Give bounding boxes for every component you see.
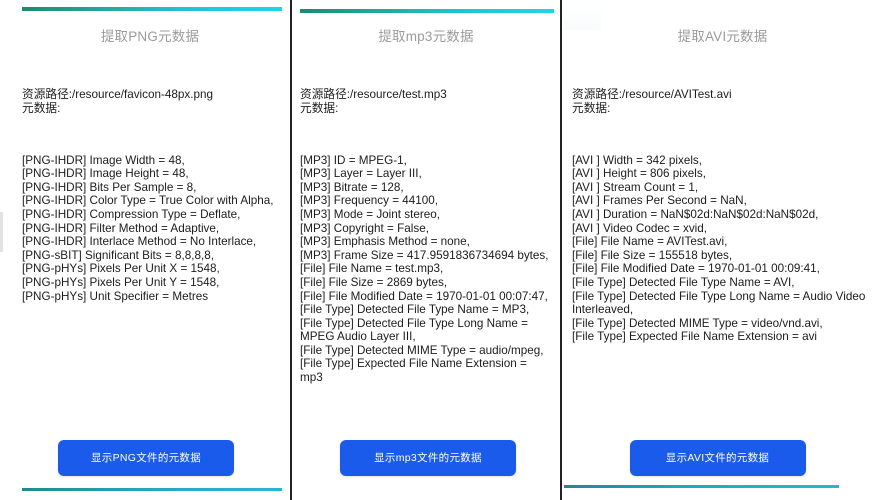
show-png-metadata-button[interactable]: 显示PNG文件的元数据 — [58, 440, 234, 476]
metadata-text-avi: [AVI ] Width = 342 pixels, [AVI ] Height… — [572, 153, 866, 344]
resource-path-png: 资源路径:/resource/favicon-48px.png 元数据: — [22, 88, 213, 115]
app-screen: 提取PNG元数据 资源路径:/resource/favicon-48px.png… — [0, 0, 881, 500]
panel-title-mp3: 提取mp3元数据 — [378, 29, 474, 44]
metadata-text-mp3: [MP3] ID = MPEG-1, [MP3] Layer = Layer I… — [300, 153, 549, 385]
panel-content-png: 提取PNG元数据 资源路径:/resource/favicon-48px.png… — [0, 0, 290, 440]
panel-avi: 提取AVI元数据 资源路径:/resource/AVITest.avi 元数据:… — [560, 0, 881, 500]
panel-bottom-accent-stripe — [564, 485, 839, 488]
resource-path-avi: 资源路径:/resource/AVITest.avi 元数据: — [572, 88, 732, 115]
panel-png: 提取PNG元数据 资源路径:/resource/favicon-48px.png… — [0, 0, 290, 500]
panel-footer-mp3: 显示mp3文件的元数据 — [292, 440, 560, 500]
panel-title-avi: 提取AVI元数据 — [677, 29, 768, 44]
metadata-output-png: 资源路径:/resource/favicon-48px.png 元数据: [PN… — [22, 61, 278, 330]
panel-title-png: 提取PNG元数据 — [100, 29, 200, 44]
resource-path-mp3: 资源路径:/resource/test.mp3 元数据: — [300, 88, 447, 115]
metadata-text-png: [PNG-IHDR] Image Width = 48, [PNG-IHDR] … — [22, 153, 274, 303]
panel-bottom-accent-stripe — [22, 488, 282, 491]
show-avi-metadata-button[interactable]: 显示AVI文件的元数据 — [629, 440, 806, 476]
panel-footer-avi: 显示AVI文件的元数据 — [562, 440, 881, 500]
panel-content-mp3: 提取mp3元数据 资源路径:/resource/test.mp3 元数据: [M… — [292, 0, 560, 440]
panel-footer-png: 显示PNG文件的元数据 — [0, 440, 290, 500]
panel-content-avi: 提取AVI元数据 资源路径:/resource/AVITest.avi 元数据:… — [562, 0, 881, 440]
metadata-output-mp3: 资源路径:/resource/test.mp3 元数据: [MP3] ID = … — [300, 61, 552, 412]
metadata-output-avi: 资源路径:/resource/AVITest.avi 元数据: [AVI ] W… — [572, 61, 873, 371]
show-mp3-metadata-button[interactable]: 显示mp3文件的元数据 — [340, 440, 516, 476]
panel-mp3: 提取mp3元数据 资源路径:/resource/test.mp3 元数据: [M… — [290, 0, 560, 500]
